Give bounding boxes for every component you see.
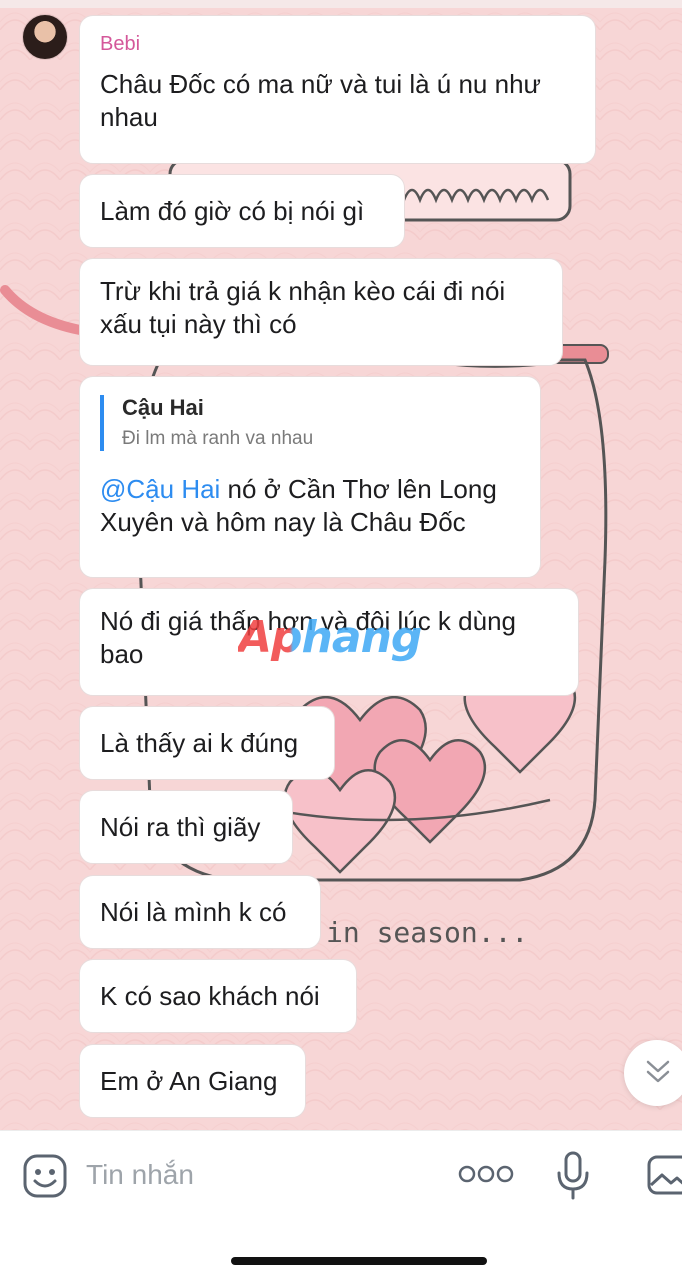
message-bubble[interactable]: Làm đó giờ có bị nói gì bbox=[79, 174, 405, 248]
sender-name: Bebi bbox=[100, 33, 141, 55]
home-indicator[interactable] bbox=[231, 1257, 487, 1265]
message-text: Em ở An Giang bbox=[100, 1066, 278, 1096]
more-icon bbox=[458, 1165, 514, 1183]
message-bubble[interactable]: K có sao khách nói bbox=[79, 959, 357, 1033]
message-text: K có sao khách nói bbox=[100, 981, 320, 1011]
chat-screen: in season... Bebi Châu Đốc có ma nữ và t… bbox=[0, 0, 682, 1280]
quoted-message-text: Đi lm mà ranh va nhau bbox=[122, 428, 314, 449]
more-button[interactable] bbox=[458, 1161, 514, 1187]
message-bubble[interactable]: Nói là mình k có bbox=[79, 875, 321, 949]
message-text: Nói là mình k có bbox=[100, 897, 287, 927]
emoji-icon bbox=[23, 1154, 67, 1198]
reply-message-bubble[interactable]: Cậu Hai Đi lm mà ranh va nhau @Cậu Hai n… bbox=[79, 376, 541, 578]
background-caption: in season... bbox=[326, 916, 528, 949]
emoji-button[interactable] bbox=[22, 1153, 68, 1199]
image-icon bbox=[647, 1155, 682, 1195]
message-bubble[interactable]: Bebi Châu Đốc có ma nữ và tui là ú nu nh… bbox=[79, 15, 596, 164]
mic-icon bbox=[557, 1151, 589, 1200]
message-bubble[interactable]: Nói ra thì giãy bbox=[79, 790, 293, 864]
message-bubble[interactable]: Là thấy ai k đúng bbox=[79, 706, 335, 780]
message-text: Làm đó giờ có bị nói gì bbox=[100, 196, 365, 226]
message-text: Là thấy ai k đúng bbox=[100, 728, 299, 758]
send-image-button[interactable] bbox=[646, 1153, 682, 1197]
message-text: Trừ khi trả giá k nhận kèo cái đi nói xấ… bbox=[100, 276, 506, 339]
chevron-double-down-icon bbox=[646, 1060, 670, 1083]
voice-message-button[interactable] bbox=[556, 1151, 590, 1201]
reply-text: @Cậu Hai nó ở Cần Thơ lên Long Xuyên và … bbox=[100, 473, 520, 539]
mention-link[interactable]: @Cậu Hai bbox=[100, 474, 220, 504]
scroll-to-bottom-button[interactable] bbox=[624, 1040, 682, 1106]
message-bubble[interactable]: Em ở An Giang bbox=[79, 1044, 306, 1118]
watermark-logo: Aphang bbox=[238, 612, 422, 663]
message-text: Châu Đốc có ma nữ và tui là ú nu như nha… bbox=[100, 69, 541, 132]
quoted-message[interactable]: Cậu Hai Đi lm mà ranh va nhau bbox=[100, 395, 520, 451]
message-text: Nói ra thì giãy bbox=[100, 812, 261, 842]
message-bubble[interactable]: Trừ khi trả giá k nhận kèo cái đi nói xấ… bbox=[79, 258, 563, 366]
quoted-sender-name: Cậu Hai bbox=[122, 395, 204, 420]
sender-avatar[interactable] bbox=[22, 14, 68, 60]
message-input[interactable] bbox=[86, 1155, 416, 1195]
